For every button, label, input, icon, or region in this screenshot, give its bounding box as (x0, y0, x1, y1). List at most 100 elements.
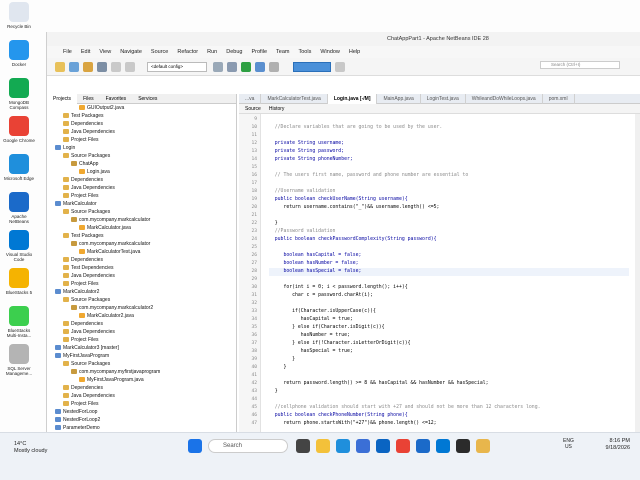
tab-files[interactable]: Files (77, 96, 100, 102)
desktop-shortcut[interactable]: MongoDB Compass (2, 78, 36, 110)
menu-view[interactable]: View (99, 49, 111, 55)
tree-node[interactable]: Project Files (63, 192, 99, 200)
menu-help[interactable]: Help (349, 49, 360, 55)
editor-tab[interactable]: ...va (239, 93, 262, 104)
desktop-shortcut[interactable]: Docker (2, 40, 36, 67)
tree-node[interactable]: MarkCalculator2.java (79, 312, 134, 320)
tree-node[interactable]: com.mycompany.markcalculator2 (71, 304, 153, 312)
new-project-icon[interactable] (69, 61, 79, 72)
subtab-source[interactable]: Source (245, 106, 261, 112)
menu-profile[interactable]: Profile (251, 49, 267, 55)
task-view-icon[interactable] (296, 439, 310, 453)
editor-scrollbar[interactable] (635, 114, 640, 432)
tree-node[interactable]: Project Files (63, 136, 99, 144)
editor-tab[interactable]: MarkCalculatorTest.java (261, 93, 328, 104)
tree-node[interactable]: Test Packages (63, 232, 104, 240)
desktop-shortcut[interactable]: BlueStacks 5 (2, 268, 36, 295)
tree-node[interactable]: Java Dependencies (63, 392, 115, 400)
tree-node[interactable]: com.mycompany.markcalculator (71, 216, 150, 224)
explorer-taskbar-icon[interactable] (476, 439, 490, 453)
tree-node[interactable]: Dependencies (63, 320, 103, 328)
tree-node[interactable]: MarkCalculator3 [master] (55, 344, 119, 352)
redo-icon[interactable] (125, 61, 135, 72)
desktop-shortcut[interactable]: Visual Studio Code (2, 230, 36, 262)
tree-node[interactable]: Dependencies (63, 120, 103, 128)
desktop-shortcut[interactable]: BlueStacks Multi-Insta... (2, 306, 36, 338)
menu-navigate[interactable]: Navigate (120, 49, 142, 55)
tree-node[interactable]: GUIOutput2.java (79, 104, 124, 112)
desktop-shortcut[interactable]: Google Chrome (2, 116, 36, 143)
tree-node[interactable]: Dependencies (63, 384, 103, 392)
config-select[interactable]: <default config> (147, 61, 207, 72)
chrome-taskbar-icon[interactable] (396, 439, 410, 453)
tree-node[interactable]: MyFirstJavaProgram (55, 352, 109, 360)
menu-source[interactable]: Source (151, 49, 168, 55)
tab-projects[interactable]: Projects (47, 93, 78, 104)
profile-icon[interactable] (269, 61, 279, 72)
edge-taskbar-icon[interactable] (336, 439, 350, 453)
vscode-taskbar-icon[interactable] (436, 439, 450, 453)
tree-node[interactable]: Source Packages (63, 208, 110, 216)
terminal-taskbar-icon[interactable] (456, 439, 470, 453)
undo-icon[interactable] (111, 61, 121, 72)
tree-node[interactable]: NestedForLoop (55, 408, 97, 416)
tree-node[interactable]: Source Packages (63, 360, 110, 368)
build-icon[interactable] (213, 61, 223, 72)
tree-node[interactable]: Source Packages (63, 296, 110, 304)
menu-window[interactable]: Window (320, 49, 340, 55)
tree-node[interactable]: Java Dependencies (63, 184, 115, 192)
tree-node[interactable]: Java Dependencies (63, 128, 115, 136)
tree-node[interactable]: Test Dependencies (63, 264, 114, 272)
taskbar-search[interactable]: Search (208, 439, 288, 453)
desktop-shortcut[interactable]: SQL Server Manageme... (2, 344, 36, 376)
tree-node[interactable]: Project Files (63, 400, 99, 408)
editor-tab[interactable]: LoginTest.java (421, 93, 466, 104)
clean-build-icon[interactable] (227, 61, 237, 72)
tree-node[interactable]: Java Dependencies (63, 328, 115, 336)
tree-node[interactable]: MarkCalculator.java (79, 224, 131, 232)
run-icon[interactable] (241, 61, 251, 72)
netbeans-taskbar-icon[interactable] (416, 439, 430, 453)
menu-refactor[interactable]: Refactor (177, 49, 198, 55)
tab-favorites[interactable]: Favorites (100, 96, 133, 102)
tab-services[interactable]: Services (132, 96, 163, 102)
new-file-icon[interactable] (55, 61, 65, 72)
tree-node[interactable]: MarkCalculatorTest.java (79, 248, 140, 256)
subtab-history[interactable]: History (269, 106, 285, 112)
editor-tab[interactable]: WhileandDoWhileLoops.java (466, 93, 543, 104)
tree-node[interactable]: ChatApp (71, 160, 98, 168)
tree-node[interactable]: Java Dependencies (63, 272, 115, 280)
save-all-icon[interactable] (97, 61, 107, 72)
tree-node[interactable]: Source Packages (63, 152, 110, 160)
weather-widget[interactable]: 14°C Mostly cloudy (14, 441, 47, 455)
start-icon[interactable] (188, 439, 202, 453)
tree-node[interactable]: Login (55, 144, 75, 152)
debug-icon[interactable] (255, 61, 265, 72)
tree-node[interactable]: NestedForLoop2 (55, 416, 100, 424)
tree-node[interactable]: com.mycompany.myfirstjavaprogram (71, 368, 160, 376)
menu-file[interactable]: File (63, 49, 72, 55)
tree-node[interactable]: MarkCalculator2 (55, 288, 99, 296)
gc-icon[interactable] (335, 61, 345, 72)
desktop-shortcut[interactable]: Apache NetBeans (2, 192, 36, 224)
tree-node[interactable]: Dependencies (63, 176, 103, 184)
desktop-shortcut[interactable]: Recycle Bin (2, 2, 36, 29)
tree-node[interactable]: com.mycompany.markcalculator (71, 240, 150, 248)
menu-edit[interactable]: Edit (81, 49, 90, 55)
tree-node[interactable]: MyFirstJavaProgram.java (79, 376, 144, 384)
ide-search-input[interactable]: Search (Ctrl+I) (540, 61, 620, 69)
menu-tools[interactable]: Tools (299, 49, 312, 55)
store-icon[interactable] (356, 439, 370, 453)
tree-node[interactable]: Test Packages (63, 112, 104, 120)
menu-run[interactable]: Run (207, 49, 217, 55)
tree-node[interactable]: ParameterDemo (55, 424, 100, 432)
desktop-shortcut[interactable]: Microsoft Edge (2, 154, 36, 181)
tree-node[interactable]: Project Files (63, 280, 99, 288)
file-explorer-icon[interactable] (316, 439, 330, 453)
editor-tab[interactable]: pom.xml (543, 93, 575, 104)
editor-tab[interactable]: Login.java [-/M] (327, 93, 378, 104)
open-project-icon[interactable] (83, 61, 93, 72)
clock[interactable]: 8:16 PM 9/18/2026 (596, 438, 630, 452)
language-indicator[interactable]: ENG US (563, 438, 574, 450)
tree-node[interactable]: Dependencies (63, 256, 103, 264)
